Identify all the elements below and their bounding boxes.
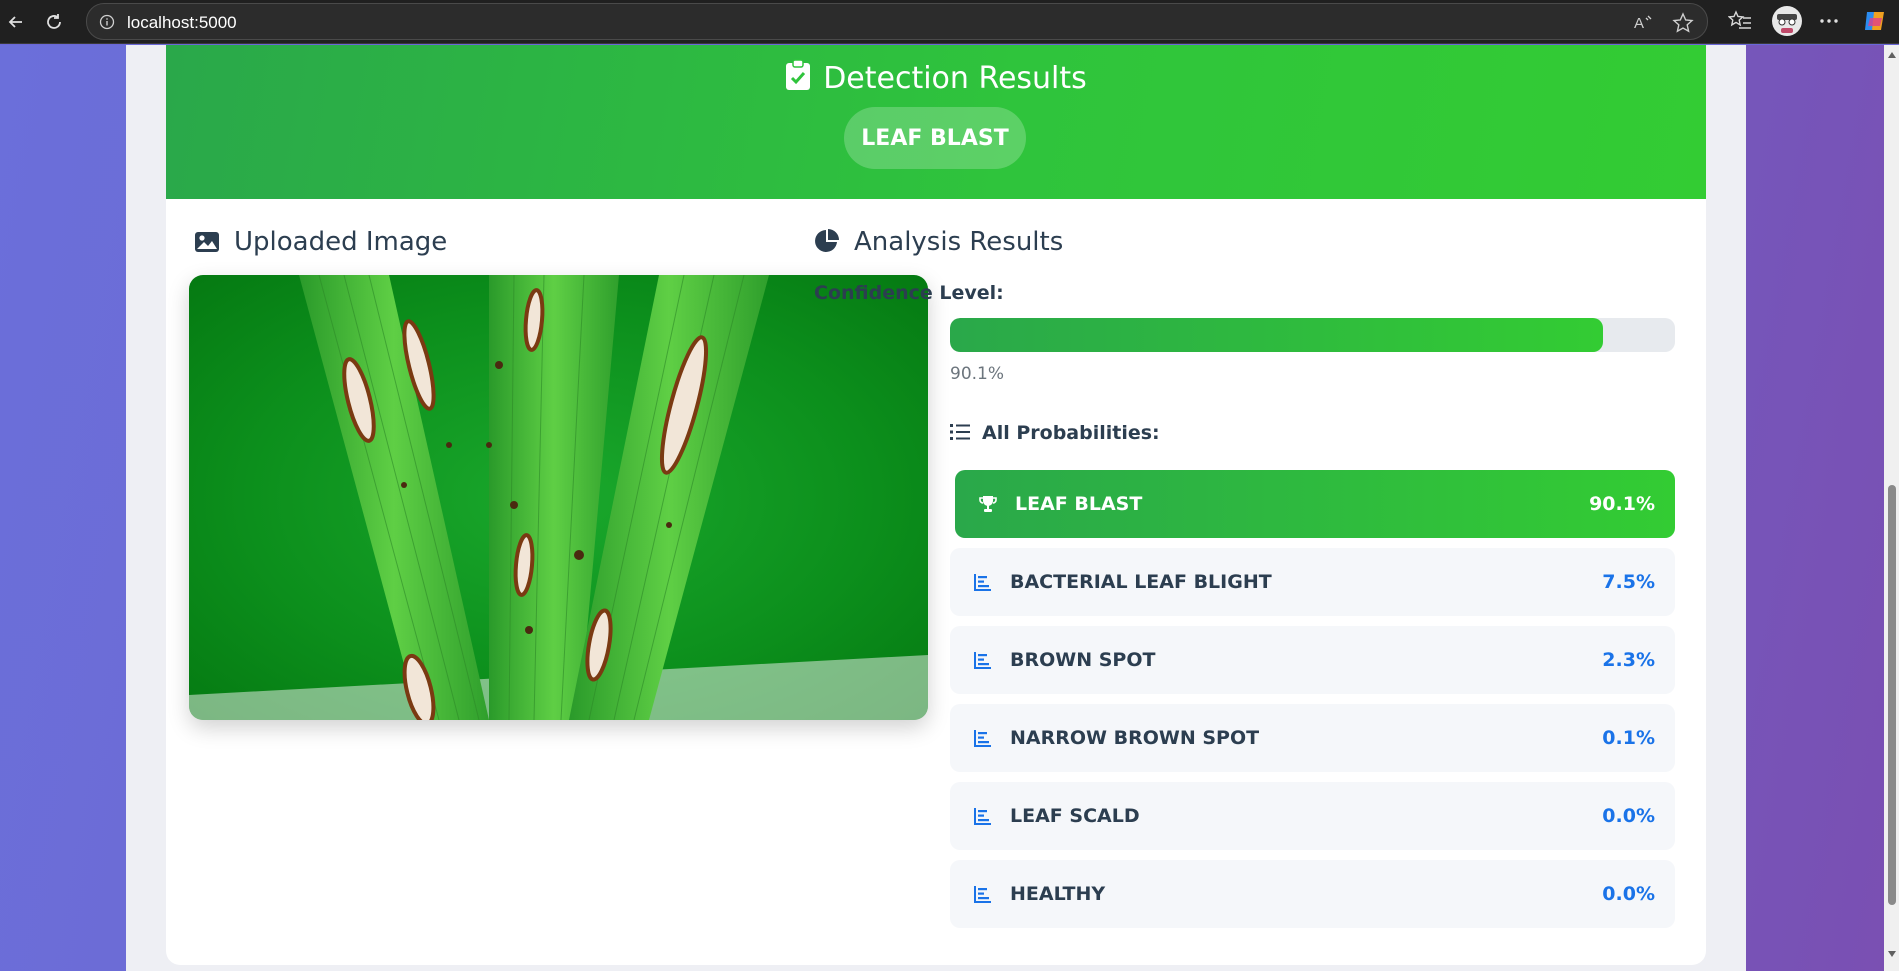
- probability-value: 0.0%: [1602, 883, 1655, 905]
- confidence-bar-fill: [950, 318, 1604, 352]
- pie-chart-icon: [814, 228, 840, 261]
- result-badge: LEAF BLAST: [844, 107, 1026, 169]
- probability-label: HEALTHY: [1010, 883, 1106, 905]
- clipboard-check-icon: [785, 59, 811, 99]
- probability-row: NARROW BROWN SPOT 0.1%: [950, 704, 1675, 772]
- page-scrollbar[interactable]: [1884, 45, 1899, 971]
- chart-bar-icon: [972, 883, 994, 905]
- detection-header: Detection Results LEAF BLAST: [166, 45, 1706, 199]
- probability-value: 90.1%: [1589, 493, 1655, 515]
- favorites-list-icon[interactable]: [1727, 8, 1753, 34]
- probability-row: BROWN SPOT 2.3%: [950, 626, 1675, 694]
- chart-bar-icon: [972, 571, 994, 593]
- favorite-star-icon[interactable]: [1672, 12, 1694, 34]
- probability-row: BACTERIAL LEAF BLIGHT 7.5%: [950, 548, 1675, 616]
- image-icon: [194, 230, 220, 261]
- profile-avatar[interactable]: [1770, 4, 1804, 38]
- all-probabilities-heading: All Probabilities:: [950, 422, 1160, 446]
- scrollbar-thumb[interactable]: [1888, 485, 1896, 905]
- probability-row: HEALTHY 0.0%: [950, 860, 1675, 928]
- chart-bar-icon: [972, 727, 994, 749]
- chart-bar-icon: [972, 805, 994, 827]
- more-icon[interactable]: [1816, 8, 1842, 34]
- probability-label: BACTERIAL LEAF BLIGHT: [1010, 571, 1272, 593]
- copilot-icon[interactable]: [1862, 8, 1888, 34]
- page-title: Detection Results: [823, 61, 1087, 96]
- browser-toolbar: localhost:5000 A: [0, 0, 1899, 44]
- uploaded-leaf-image: [189, 275, 928, 720]
- confidence-bar: [950, 318, 1675, 352]
- confidence-label: Confidence Level:: [814, 282, 1004, 304]
- url-text: localhost:5000: [127, 13, 237, 32]
- probability-label: NARROW BROWN SPOT: [1010, 727, 1260, 749]
- reload-icon[interactable]: [38, 6, 70, 38]
- address-bar[interactable]: localhost:5000 A: [86, 3, 1708, 40]
- svg-text:A: A: [1634, 15, 1644, 32]
- back-icon[interactable]: [0, 6, 32, 38]
- probabilities-list: LEAF BLAST 90.1% BACTERIAL LEAF BLIGHT 7.5%…: [950, 470, 1675, 928]
- probability-value: 0.0%: [1602, 805, 1655, 827]
- list-icon: [950, 423, 970, 446]
- probability-row: LEAF SCALD 0.0%: [950, 782, 1675, 850]
- probability-value: 0.1%: [1602, 727, 1655, 749]
- uploaded-image-heading: Uploaded Image: [194, 227, 447, 261]
- probability-row: LEAF BLAST 90.1%: [955, 470, 1675, 538]
- probability-value: 2.3%: [1602, 649, 1655, 671]
- chart-bar-icon: [972, 649, 994, 671]
- probability-label: LEAF BLAST: [1015, 493, 1143, 515]
- trophy-icon: [977, 493, 999, 515]
- probability-label: BROWN SPOT: [1010, 649, 1156, 671]
- read-aloud-icon[interactable]: A: [1632, 12, 1654, 34]
- probability-value: 7.5%: [1602, 571, 1655, 593]
- analysis-results-heading: Analysis Results: [814, 227, 1063, 261]
- info-icon[interactable]: [99, 14, 115, 34]
- probability-label: LEAF SCALD: [1010, 805, 1140, 827]
- confidence-value: 90.1%: [950, 364, 1005, 384]
